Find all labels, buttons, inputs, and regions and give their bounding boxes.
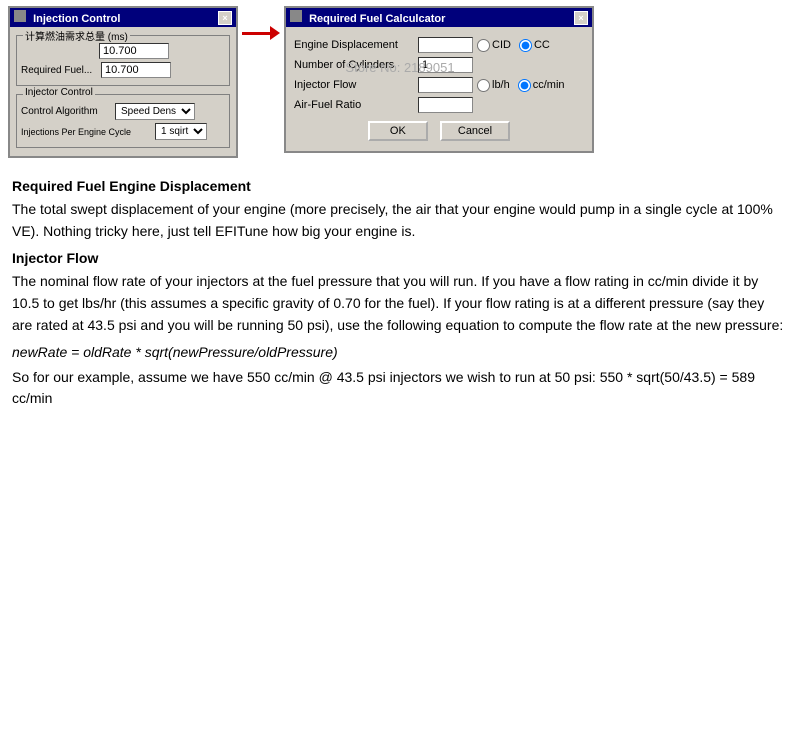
afr-row: Air-Fuel Ratio [294, 97, 584, 113]
injections-select[interactable]: 1 sqirt [155, 123, 207, 140]
ccmin-label: cc/min [533, 79, 565, 91]
fuel-title-icon [290, 10, 302, 22]
content-area: Required Fuel Engine Displacement The to… [0, 164, 800, 419]
engine-displacement-input[interactable] [418, 37, 473, 53]
injections-row: Injections Per Engine Cycle 1 sqirt [21, 123, 225, 140]
cylinders-label: Number of Cylinders [294, 59, 414, 71]
ccmin-radio[interactable] [518, 79, 531, 92]
injector-flow-input[interactable] [418, 77, 473, 93]
control-algorithm-select[interactable]: Speed Dens [115, 103, 195, 120]
cid-radio-item[interactable]: CID [477, 39, 511, 52]
injector-group-title: Injector Control [23, 87, 95, 98]
fuel-close-button[interactable]: × [574, 11, 588, 25]
injection-dialog-titlebar: Injection Control × [10, 8, 236, 27]
fuel-title-text: Required Fuel Calculcator [290, 10, 445, 25]
lbh-label: lb/h [492, 79, 510, 91]
fuel-field2-row: Required Fuel... [21, 62, 225, 78]
injection-title-text: Injection Control [14, 10, 120, 25]
arrow-line [242, 32, 270, 35]
section1-text: The total swept displacement of your eng… [12, 199, 788, 242]
required-fuel-input[interactable] [101, 62, 171, 78]
required-fuel-label: Required Fuel... [21, 65, 97, 76]
cid-label: CID [492, 39, 511, 51]
afr-input[interactable] [418, 97, 473, 113]
fuel-dialog-body: Engine Displacement CID CC Number of Cyl… [286, 27, 592, 151]
cc-label: CC [534, 39, 550, 51]
engine-displacement-label: Engine Displacement [294, 39, 414, 51]
formula-text: newRate = oldRate * sqrt(newPressure/old… [12, 342, 788, 363]
engine-displacement-row: Engine Displacement CID CC [294, 37, 584, 53]
fuel-buttons-row: OK Cancel [294, 121, 584, 145]
ccmin-radio-item[interactable]: cc/min [518, 79, 565, 92]
injection-control-dialog: Injection Control × 计算燃油需求总量 (ms) Requir… [8, 6, 238, 158]
section2-text: The nominal flow rate of your injectors … [12, 271, 788, 336]
lbh-radio-item[interactable]: lb/h [477, 79, 510, 92]
injector-control-group: Injector Control Control Algorithm Speed… [16, 94, 230, 148]
control-algorithm-row: Control Algorithm Speed Dens [21, 103, 225, 120]
displacement-radio-group: CID CC [477, 39, 550, 52]
fuel-dialog-titlebar: Required Fuel Calculcator × [286, 8, 592, 27]
injection-close-button[interactable]: × [218, 11, 232, 25]
fuel-field1-row [21, 43, 225, 59]
flow-radio-group: lb/h cc/min [477, 79, 565, 92]
fuel-total-group: 计算燃油需求总量 (ms) Required Fuel... [16, 35, 230, 86]
right-arrow [242, 26, 280, 40]
fuel-total-group-title: 计算燃油需求总量 (ms) [23, 28, 130, 43]
arrow-container [238, 6, 284, 40]
fuel-calculator-dialog: Required Fuel Calculcator × Engine Displ… [284, 6, 594, 153]
fuel-field1-input[interactable] [99, 43, 169, 59]
control-algorithm-label: Control Algorithm [21, 106, 111, 117]
injector-flow-row: Injector Flow lb/h cc/min [294, 77, 584, 93]
cc-radio[interactable] [519, 39, 532, 52]
injector-flow-label: Injector Flow [294, 79, 414, 91]
section1-heading: Required Fuel Engine Displacement [12, 176, 788, 197]
afr-label: Air-Fuel Ratio [294, 99, 414, 111]
cid-radio[interactable] [477, 39, 490, 52]
calc-text: So for our example, assume we have 550 c… [12, 367, 788, 409]
cylinders-row: Number of Cylinders [294, 57, 584, 73]
ok-button[interactable]: OK [368, 121, 428, 141]
injection-title-icon [14, 10, 26, 22]
cancel-button[interactable]: Cancel [440, 121, 510, 141]
arrow-head [270, 26, 280, 40]
injections-label: Injections Per Engine Cycle [21, 127, 151, 137]
injection-dialog-body: 计算燃油需求总量 (ms) Required Fuel... Injector … [10, 27, 236, 156]
cc-radio-item[interactable]: CC [519, 39, 550, 52]
section2-heading: Injector Flow [12, 248, 788, 269]
lbh-radio[interactable] [477, 79, 490, 92]
cylinders-input[interactable] [418, 57, 473, 73]
top-dialogs-section: Injection Control × 计算燃油需求总量 (ms) Requir… [0, 0, 800, 164]
